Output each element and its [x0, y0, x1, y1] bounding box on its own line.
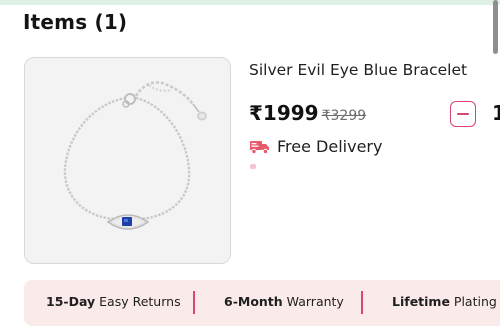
delivery-label: Free Delivery — [277, 137, 383, 156]
delivery-info: Free Delivery — [249, 137, 382, 156]
benefit-returns-bold: 15-Day — [46, 294, 96, 309]
page-title: Items (1) — [23, 10, 128, 34]
decrease-quantity-button[interactable] — [450, 101, 476, 127]
sale-price: ₹1999 — [249, 101, 319, 125]
benefit-warranty-text: Warranty — [282, 294, 344, 309]
scrollbar[interactable] — [493, 0, 498, 54]
benefit-returns: 15-Day Easy Returns — [46, 294, 181, 309]
info-dot — [250, 164, 256, 169]
benefit-returns-text: Easy Returns — [95, 294, 181, 309]
price-row: ₹1999 ₹3299 — [249, 101, 366, 125]
benefit-plating: Lifetime Plating Ser — [392, 294, 500, 309]
minus-icon — [457, 113, 469, 115]
benefit-warranty-bold: 6-Month — [224, 294, 283, 309]
bracelet-image — [63, 81, 207, 230]
benefit-divider — [361, 291, 363, 314]
top-strip — [0, 0, 500, 5]
benefit-warranty: 6-Month Warranty — [224, 294, 344, 309]
benefits-bar: 15-Day Easy Returns 6-Month Warranty Lif… — [24, 280, 500, 326]
product-image-card[interactable] — [24, 57, 231, 264]
product-name[interactable]: Silver Evil Eye Blue Bracelet — [249, 61, 467, 79]
quantity-value: 1 — [492, 101, 500, 125]
benefit-plating-bold: Lifetime — [392, 294, 450, 309]
benefit-plating-text: Plating Ser — [453, 294, 500, 309]
original-price: ₹3299 — [321, 108, 367, 124]
truck-icon — [250, 140, 269, 154]
benefit-divider — [193, 291, 195, 314]
